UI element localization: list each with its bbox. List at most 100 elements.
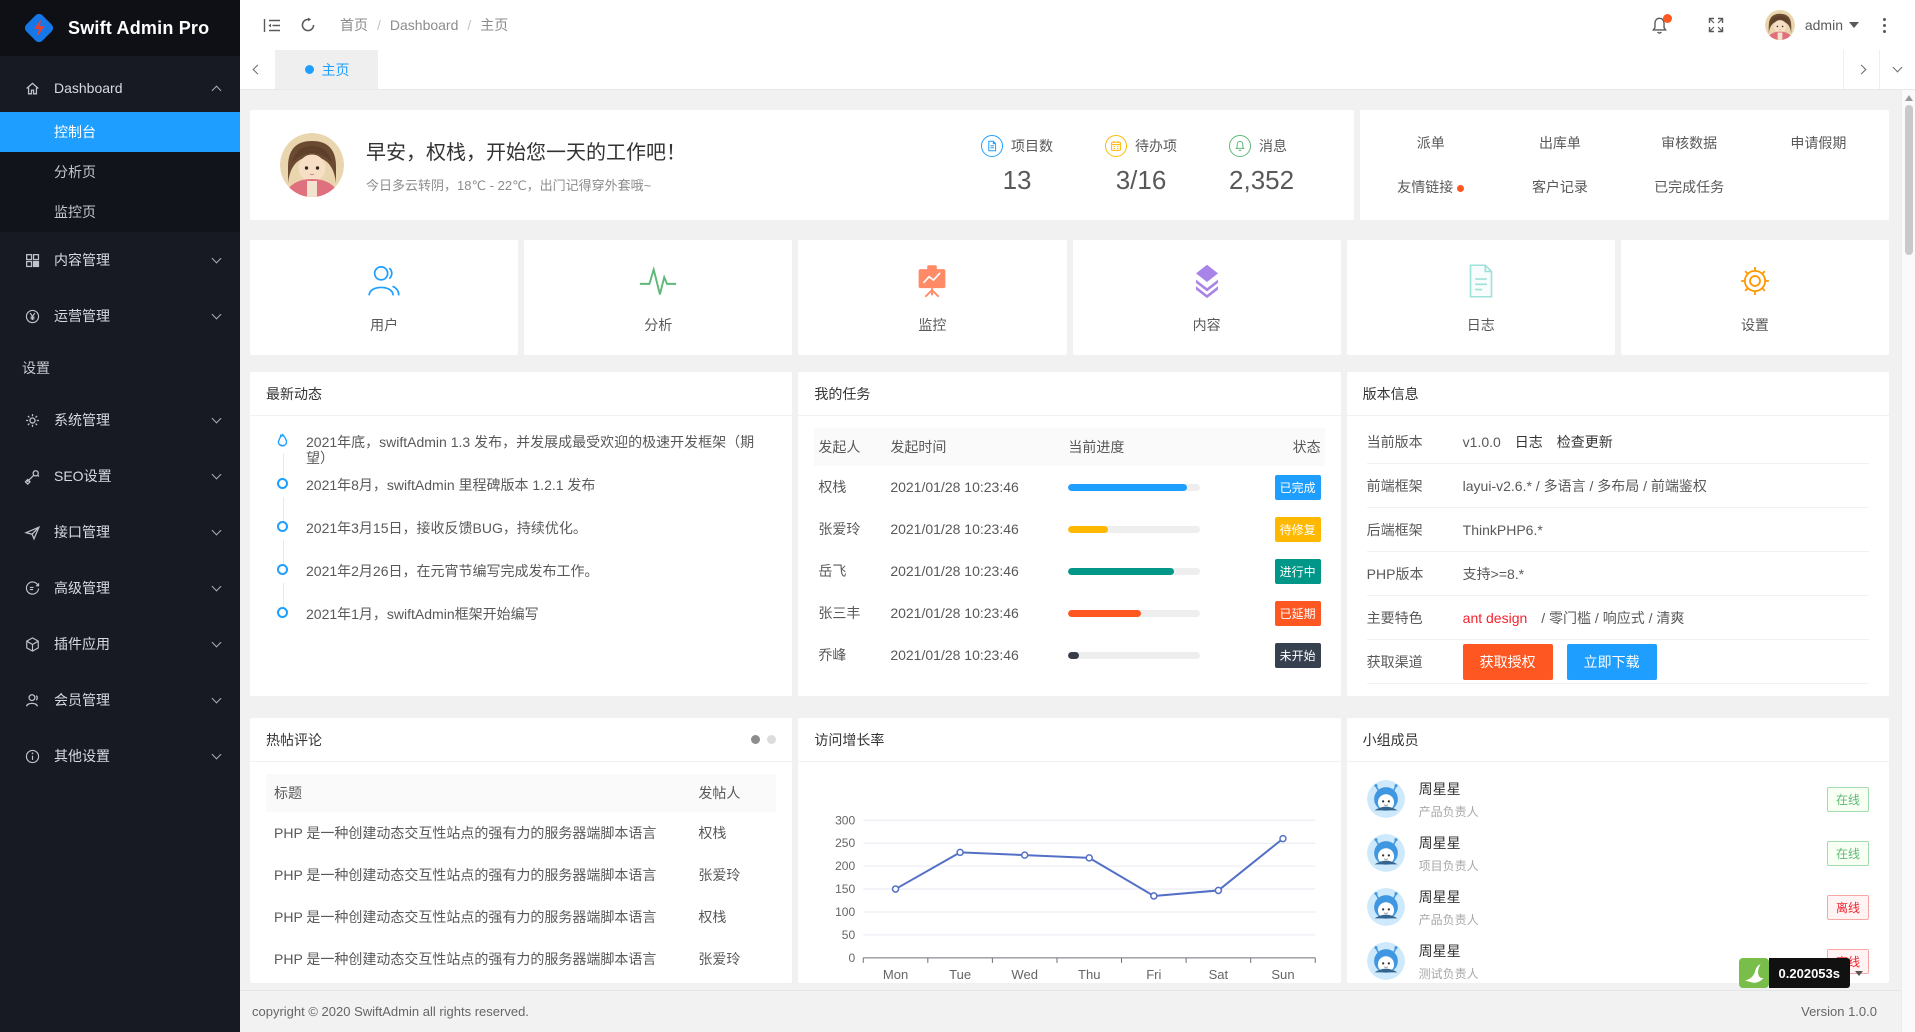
sidebar: Swift Admin Pro Dashboard控制台分析页监控页内容管理运营… [0, 0, 240, 1032]
sidebar-item-euro[interactable]: 高级管理 [0, 560, 240, 616]
task-owner: 权栈 [814, 477, 886, 497]
carousel-dot-1[interactable] [751, 735, 760, 744]
sidebar-item-home[interactable]: Dashboard [0, 64, 240, 112]
comments-table: 标题发帖人PHP 是一种创建动态交互性站点的强有力的服务器端脚本语言权栈PHP … [250, 762, 792, 980]
tab-home[interactable]: 主页 [276, 50, 378, 89]
version-button[interactable]: 立即下载 [1567, 644, 1657, 680]
scrollbar-thumb[interactable] [1905, 105, 1913, 255]
more-options-icon[interactable] [1871, 0, 1897, 50]
brand-logo[interactable]: Swift Admin Pro [0, 0, 240, 56]
members-list: 周星星产品负责人在线周星星项目负责人在线周星星产品负责人离线周星星测试负责人离线 [1347, 762, 1889, 983]
scrollbar[interactable] [1901, 90, 1915, 1032]
task-progress [1064, 568, 1260, 575]
sidebar-collapse-icon[interactable] [254, 0, 290, 50]
version-row: 获取渠道获取授权立即下载 [1367, 640, 1869, 684]
tasks-header-cell: 发起人 [814, 437, 886, 457]
quick-link[interactable]: 已完成任务 [1625, 177, 1754, 197]
version-segment: v1.0.0 [1463, 434, 1501, 450]
progress-track [1068, 484, 1200, 491]
shortcut-layers[interactable]: 内容 [1073, 240, 1341, 355]
shortcut-user[interactable]: 用户 [250, 240, 518, 355]
cal-icon [1105, 135, 1127, 157]
refresh-icon[interactable] [290, 0, 326, 50]
perf-badge[interactable]: 0.202053s [1739, 958, 1863, 988]
quick-link[interactable]: 出库单 [1495, 133, 1624, 153]
thinkphp-logo-icon [1739, 958, 1769, 988]
status-badge: 已完成 [1275, 475, 1321, 500]
member-status-badge: 离线 [1827, 895, 1869, 920]
shortcut-board[interactable]: 监控 [798, 240, 1066, 355]
sidebar-item-info[interactable]: 其他设置 [0, 728, 240, 784]
tasks-header-cell: 状态 [1261, 437, 1325, 457]
member-name: 周星星 [1419, 887, 1479, 907]
task-progress [1064, 610, 1260, 617]
sidebar-item-member[interactable]: 会员管理 [0, 672, 240, 728]
member-row: 周星星项目负责人在线 [1367, 826, 1869, 880]
yen-icon [24, 308, 41, 325]
timeline-text: 2021年1月，swiftAdmin框架开始编写 [306, 606, 772, 622]
shortcut-gearbig[interactable]: 设置 [1621, 240, 1889, 355]
chevron-down-icon [212, 310, 222, 320]
sidebar-item-tools[interactable]: SEO设置 [0, 448, 240, 504]
svg-text:150: 150 [835, 882, 855, 896]
tab-label: 主页 [322, 60, 350, 80]
version-link[interactable]: 检查更新 [1557, 434, 1613, 450]
sidebar-subitem[interactable]: 监控页 [0, 192, 240, 232]
tasks-header-row: 发起人发起时间当前进度状态 [814, 428, 1324, 466]
svg-text:Sat: Sat [1209, 967, 1229, 982]
svg-text:Tue: Tue [949, 967, 971, 982]
shortcut-label: 设置 [1741, 315, 1769, 335]
perf-caret-icon [1855, 971, 1863, 976]
breadcrumb-item[interactable]: 主页 [480, 15, 508, 35]
grid-icon [24, 252, 41, 269]
shortcut-pulse[interactable]: 分析 [524, 240, 792, 355]
comment-title[interactable]: PHP 是一种创建动态交互性站点的强有力的服务器端脚本语言 [266, 823, 690, 843]
quick-link[interactable]: 派单 [1366, 133, 1495, 153]
breadcrumb-item[interactable]: Dashboard [390, 17, 459, 33]
sidebar-subitem[interactable]: 分析页 [0, 152, 240, 192]
sidebar-item-plane[interactable]: 接口管理 [0, 504, 240, 560]
task-row: 乔峰2021/01/28 10:23:46未开始 [814, 634, 1324, 676]
fullscreen-icon[interactable] [1697, 0, 1735, 50]
sidebar-subitem[interactable]: 控制台 [0, 112, 240, 152]
sidebar-item-label: 内容管理 [54, 250, 213, 270]
timeline-text: 2021年2月26日，在元宵节编写完成发布工作。 [306, 563, 772, 579]
sidebar-item-cube[interactable]: 插件应用 [0, 616, 240, 672]
stat-value: 13 [981, 165, 1053, 196]
task-row: 张爱玲2021/01/28 10:23:46待修复 [814, 508, 1324, 550]
scrollbar-up-arrow[interactable] [1905, 95, 1913, 101]
progress-fill [1068, 652, 1079, 659]
stat-label-row: 待办项 [1105, 135, 1177, 157]
sidebar-item-grid[interactable]: 内容管理 [0, 232, 240, 288]
stat-bell: 消息2,352 [1229, 135, 1294, 196]
version-segment: 支持>=8.* [1463, 566, 1524, 582]
quick-link[interactable]: 申请假期 [1754, 133, 1883, 153]
carousel-dot-2[interactable] [767, 735, 776, 744]
app-title: Swift Admin Pro [68, 18, 209, 39]
timeline-dot-icon [277, 521, 288, 532]
sidebar-item-gear[interactable]: 系统管理 [0, 392, 240, 448]
chevron-down-icon [212, 694, 222, 704]
comment-title[interactable]: PHP 是一种创建动态交互性站点的强有力的服务器端脚本语言 [266, 865, 690, 885]
task-row: 岳飞2021/01/28 10:23:46进行中 [814, 550, 1324, 592]
quick-link[interactable]: 审核数据 [1625, 133, 1754, 153]
user-menu[interactable]: admin [1765, 10, 1859, 40]
stat-value: 2,352 [1229, 165, 1294, 196]
cube-icon [24, 636, 41, 653]
comment-title[interactable]: PHP 是一种创建动态交互性站点的强有力的服务器端脚本语言 [266, 907, 690, 927]
version-link[interactable]: 日志 [1515, 434, 1543, 450]
tab-menu-icon[interactable] [1879, 50, 1915, 89]
member-role: 产品负责人 [1419, 911, 1479, 928]
tab-scroll-left-icon[interactable] [240, 50, 276, 89]
tab-scroll-right-icon[interactable] [1843, 50, 1879, 89]
sidebar-item-label: 系统管理 [54, 410, 213, 430]
shortcut-log[interactable]: 日志 [1347, 240, 1615, 355]
task-time: 2021/01/28 10:23:46 [886, 479, 1064, 495]
comment-title[interactable]: PHP 是一种创建动态交互性站点的强有力的服务器端脚本语言 [266, 949, 690, 969]
breadcrumb-item[interactable]: 首页 [340, 15, 368, 35]
sidebar-item-yen[interactable]: 运营管理 [0, 288, 240, 344]
quick-link[interactable]: 友情链接 [1366, 177, 1495, 197]
version-button[interactable]: 获取授权 [1463, 644, 1553, 680]
quick-link[interactable]: 客户记录 [1495, 177, 1624, 197]
notifications-bell-icon[interactable] [1641, 0, 1679, 50]
